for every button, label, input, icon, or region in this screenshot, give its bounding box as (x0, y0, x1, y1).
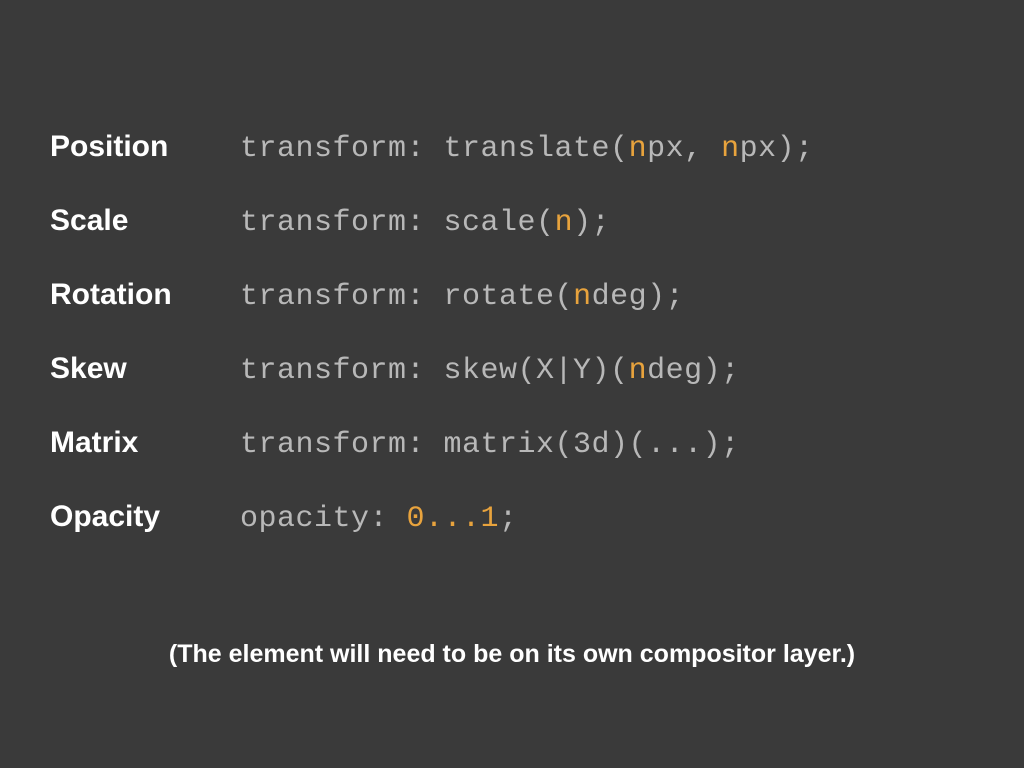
row-label: Skew (50, 352, 240, 386)
properties-table: Position transform: translate(npx, npx);… (50, 130, 974, 574)
row-code: transform: translate(npx, npx); (240, 132, 814, 166)
row-code: opacity: 0...1; (240, 502, 518, 536)
footnote: (The element will need to be on its own … (0, 640, 1024, 669)
table-row: Matrix transform: matrix(3d)(...); (50, 426, 974, 462)
row-code: transform: matrix(3d)(...); (240, 428, 740, 462)
row-label: Opacity (50, 500, 240, 534)
row-label: Position (50, 130, 240, 164)
table-row: Rotation transform: rotate(ndeg); (50, 278, 974, 314)
row-label: Rotation (50, 278, 240, 312)
row-code: transform: rotate(ndeg); (240, 280, 684, 314)
row-label: Scale (50, 204, 240, 238)
row-code: transform: skew(X|Y)(ndeg); (240, 354, 740, 388)
table-row: Skew transform: skew(X|Y)(ndeg); (50, 352, 974, 388)
row-label: Matrix (50, 426, 240, 460)
table-row: Scale transform: scale(n); (50, 204, 974, 240)
row-code: transform: scale(n); (240, 206, 610, 240)
table-row: Position transform: translate(npx, npx); (50, 130, 974, 166)
table-row: Opacity opacity: 0...1; (50, 500, 974, 536)
